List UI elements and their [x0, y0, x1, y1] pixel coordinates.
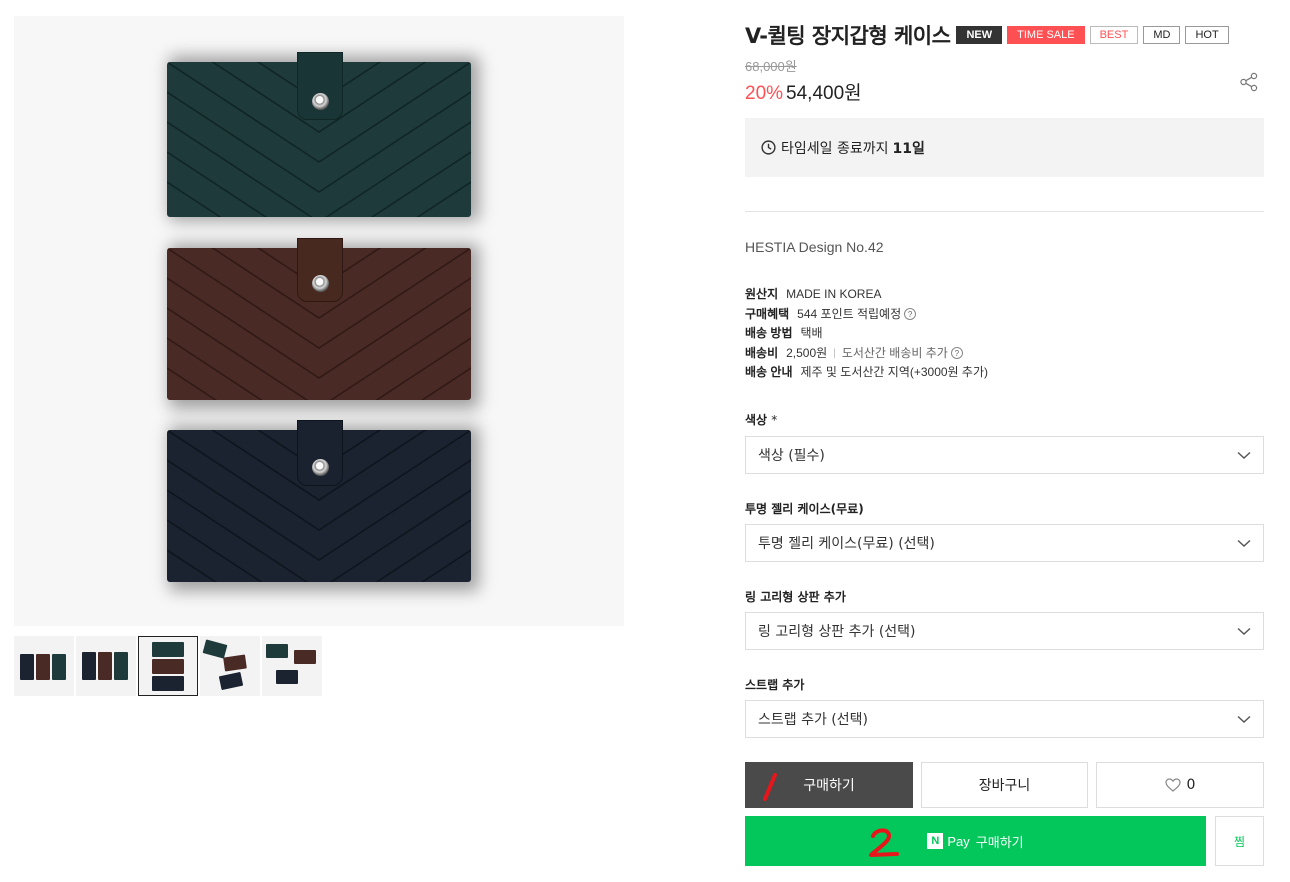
spec-benefit: 구매혜택 544 포인트 적립예정 ?	[745, 305, 988, 325]
timesale-label: 타임세일 종료까지	[781, 140, 889, 157]
thumbnail-2[interactable]	[76, 636, 136, 696]
spec-list: 원산지 MADE IN KOREA 구매혜택 544 포인트 적립예정 ? 배송…	[745, 285, 988, 383]
select-value: 스트랩 추가 (선택)	[758, 712, 868, 728]
badge-hot: HOT	[1185, 26, 1229, 44]
divider	[745, 211, 1264, 212]
timesale-remaining: 11일	[892, 140, 925, 157]
spec-shipping-fee: 배송비 2,500원 | 도서산간 배송비 추가 ?	[745, 344, 988, 364]
annotation-marker	[869, 828, 899, 857]
npay-buy-button[interactable]: 2 N Pay 구매하기	[745, 816, 1206, 866]
price-row: 20% 54,400원	[745, 78, 862, 105]
action-buttons: 구매하기 1 장바구니 0	[745, 762, 1264, 808]
cart-button[interactable]: 장바구니	[921, 762, 1088, 808]
spec-label: 배송비	[745, 345, 779, 360]
spec-shipping-guide: 배송 안내 제주 및 도서산간 지역(+3000원 추가)	[745, 363, 988, 383]
product-title: V-퀼팅 장지갑형 케이스	[745, 24, 951, 48]
annotation-marker	[763, 773, 777, 801]
spec-origin: 원산지 MADE IN KOREA	[745, 285, 988, 305]
chevron-down-icon	[1237, 451, 1251, 459]
select-value: 투명 젤리 케이스(무료) (선택)	[758, 536, 935, 552]
npay-zzim-button[interactable]: 찜	[1215, 816, 1264, 866]
spec-value: 544 포인트 적립예정	[797, 306, 902, 321]
badge-best: BEST	[1089, 26, 1139, 44]
title-row: V-퀼팅 장지갑형 케이스 NEW TIME SALE BEST MD HOT	[745, 20, 1234, 50]
thumbnail-1[interactable]	[14, 636, 74, 696]
chevron-down-icon	[1237, 627, 1251, 635]
npay-row: 2 N Pay 구매하기 찜	[745, 816, 1264, 866]
separator: |	[833, 347, 836, 359]
ring-select[interactable]: 링 고리형 상판 추가 (선택)	[745, 612, 1264, 650]
help-icon[interactable]: ?	[904, 308, 917, 321]
option-label-jelly-case: 투명 젤리 케이스(무료)	[745, 502, 864, 516]
badge-time-sale: TIME SALE	[1007, 26, 1085, 44]
chevron-down-icon	[1237, 715, 1251, 723]
spec-value: 택배	[800, 326, 823, 340]
required-mark: *	[771, 413, 778, 427]
badge-new: NEW	[956, 26, 1003, 44]
cart-label: 장바구니	[978, 778, 1031, 794]
select-value: 색상 (필수)	[758, 448, 825, 464]
badge-md: MD	[1143, 26, 1181, 44]
spec-label: 배송 방법	[745, 326, 793, 340]
strap-select[interactable]: 스트랩 추가 (선택)	[745, 700, 1264, 738]
npay-buy-label: 구매하기	[975, 835, 1024, 851]
spec-shipping-method: 배송 방법 택배	[745, 324, 988, 344]
like-count: 0	[1186, 777, 1196, 793]
spec-label: 원산지	[745, 287, 779, 301]
original-price: 68,000원	[745, 59, 797, 74]
spec-value: 2,500원	[786, 345, 828, 360]
buy-button[interactable]: 구매하기 1	[745, 762, 913, 808]
timesale-box: 타임세일 종료까지 11일	[745, 118, 1264, 177]
help-icon[interactable]: ?	[950, 347, 963, 360]
chevron-down-icon	[1237, 539, 1251, 547]
clock-icon	[761, 140, 776, 155]
select-value: 링 고리형 상판 추가 (선택)	[758, 624, 916, 640]
thumbnail-3[interactable]	[138, 636, 198, 696]
option-label-text: 색상	[745, 413, 768, 427]
spec-label: 배송 안내	[745, 365, 793, 379]
thumbnail-list	[14, 636, 322, 696]
zzim-label: 찜	[1233, 834, 1246, 849]
share-icon[interactable]	[1239, 72, 1259, 92]
npay-pay-label: Pay	[947, 833, 970, 849]
jelly-case-select[interactable]: 투명 젤리 케이스(무료) (선택)	[745, 524, 1264, 562]
sale-price: 54,400원	[786, 83, 862, 104]
spec-value: 제주 및 도서산간 지역(+3000원 추가)	[800, 365, 989, 379]
spec-value: MADE IN KOREA	[786, 287, 882, 301]
color-select[interactable]: 색상 (필수)	[745, 436, 1264, 474]
thumbnail-5[interactable]	[262, 636, 322, 696]
heart-icon	[1164, 778, 1181, 792]
spec-label: 구매혜택	[745, 306, 790, 321]
option-label-color: 색상 *	[745, 411, 777, 428]
naver-n-icon: N	[927, 833, 944, 849]
like-button[interactable]: 0	[1096, 762, 1264, 808]
option-label-ring: 링 고리형 상판 추가	[745, 590, 846, 604]
design-name: HESTIA Design No.42	[745, 239, 884, 255]
thumbnail-4[interactable]	[200, 636, 260, 696]
spec-extra: 도서산간 배송비 추가	[841, 345, 948, 360]
buy-label: 구매하기	[803, 778, 855, 794]
discount-rate: 20%	[745, 83, 784, 104]
option-label-strap: 스트랩 추가	[745, 678, 805, 692]
product-main-image	[14, 16, 624, 626]
